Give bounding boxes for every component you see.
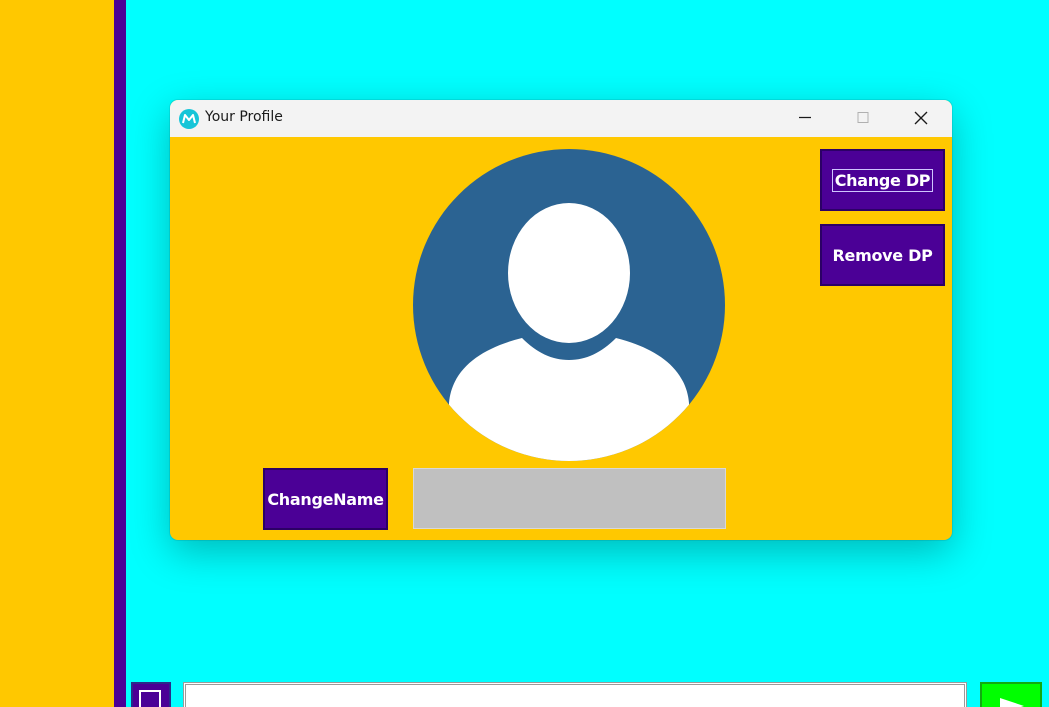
profile-picture — [413, 149, 725, 461]
send-arrow-icon — [1000, 698, 1024, 707]
remove-dp-label: Remove DP — [832, 245, 933, 265]
sidebar-divider — [114, 0, 126, 707]
remove-dp-button[interactable]: Remove DP — [820, 224, 945, 286]
app-logo-icon — [179, 109, 199, 129]
change-name-button[interactable]: ChangeName — [263, 468, 388, 530]
change-name-label: ChangeName — [267, 489, 384, 509]
attach-icon — [139, 690, 161, 707]
left-sidebar-panel — [0, 0, 114, 707]
attach-button[interactable] — [131, 682, 171, 707]
minimize-icon — [799, 116, 811, 119]
maximize-icon — [857, 112, 869, 123]
close-button[interactable] — [892, 100, 950, 137]
close-icon — [914, 111, 928, 125]
profile-dialog: Your Profile Change DP Remove DP ChangeN… — [170, 100, 952, 540]
minimize-button[interactable] — [776, 100, 834, 137]
window-titlebar[interactable]: Your Profile — [170, 100, 952, 137]
window-title: Your Profile — [205, 109, 283, 125]
name-field[interactable] — [413, 468, 726, 529]
message-input[interactable] — [183, 682, 967, 707]
change-dp-label: Change DP — [831, 168, 934, 192]
change-dp-button[interactable]: Change DP — [820, 149, 945, 211]
maximize-button[interactable] — [834, 100, 892, 137]
send-button[interactable] — [980, 682, 1042, 707]
